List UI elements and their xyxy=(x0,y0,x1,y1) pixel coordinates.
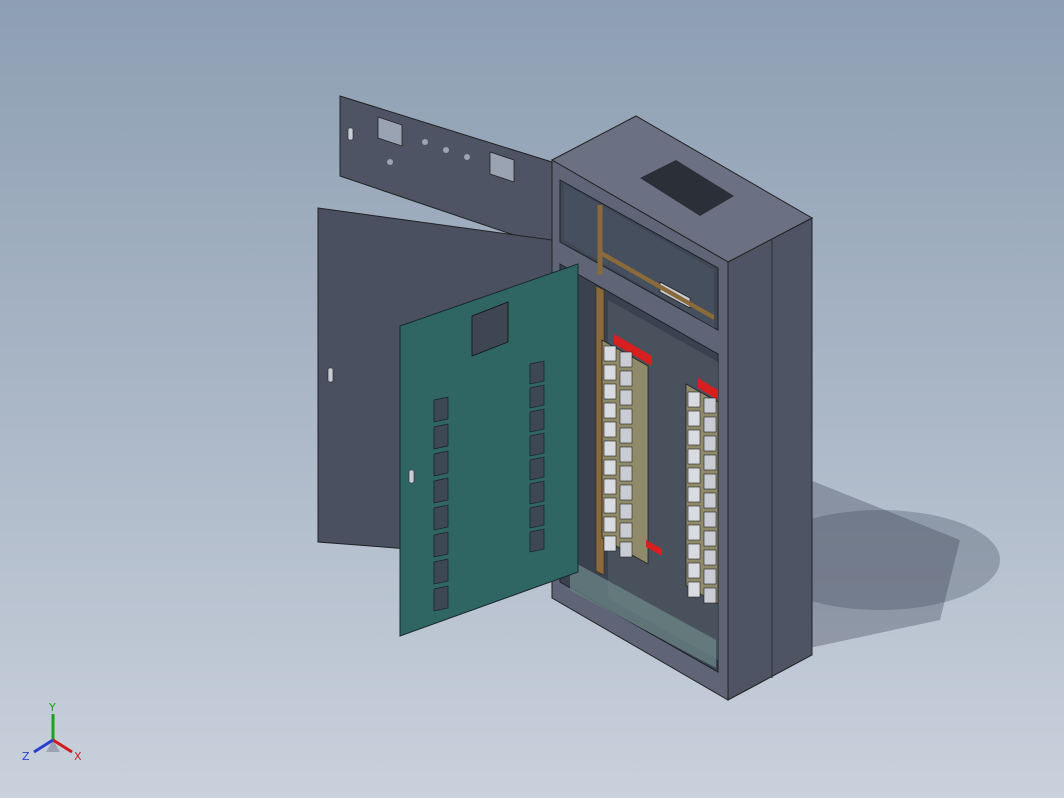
inner-door-handle[interactable] xyxy=(408,469,415,484)
circuit-breaker xyxy=(687,486,701,503)
breaker-cutout xyxy=(529,432,545,457)
cad-model-view[interactable] xyxy=(0,0,1064,798)
circuit-breaker xyxy=(703,492,717,509)
circuit-breaker xyxy=(687,448,701,465)
circuit-breaker xyxy=(687,543,701,560)
circuit-breaker xyxy=(603,478,617,495)
cabinet-body[interactable] xyxy=(550,115,814,701)
circuit-breaker xyxy=(703,473,717,490)
circuit-breaker xyxy=(687,562,701,579)
breaker-cutout xyxy=(529,456,545,481)
breaker-cutout xyxy=(529,480,545,505)
breaker-cutout xyxy=(433,450,449,477)
circuit-breaker xyxy=(603,364,617,381)
circuit-breaker xyxy=(687,467,701,484)
circuit-breaker xyxy=(703,568,717,585)
circuit-breaker xyxy=(603,440,617,457)
y-axis-label: Y xyxy=(48,701,56,714)
circuit-breaker xyxy=(687,505,701,522)
indicator-hole-3 xyxy=(464,154,470,160)
breaker-cutout xyxy=(433,531,449,558)
breaker-cutout xyxy=(433,423,449,450)
circuit-breaker xyxy=(619,522,633,539)
indicator-hole-4 xyxy=(387,159,393,165)
circuit-breaker xyxy=(603,345,617,362)
cabinet-right-side xyxy=(727,217,813,701)
circuit-breaker xyxy=(603,402,617,419)
circuit-breaker xyxy=(619,408,633,425)
breaker-cutout xyxy=(529,360,545,385)
circuit-breaker xyxy=(603,421,617,438)
breaker-cutout xyxy=(433,504,449,531)
indicator-hole-2 xyxy=(443,147,449,153)
circuit-breaker xyxy=(619,484,633,501)
circuit-breaker xyxy=(687,581,701,598)
indicator-hole-1 xyxy=(422,139,428,145)
upper-door-handle[interactable] xyxy=(347,127,354,141)
breaker-cutout xyxy=(529,528,545,553)
circuit-breaker xyxy=(703,454,717,471)
circuit-breaker xyxy=(703,397,717,414)
circuit-breaker xyxy=(603,535,617,552)
circuit-breaker xyxy=(619,351,633,368)
breaker-cutout xyxy=(529,408,545,433)
circuit-breaker xyxy=(703,511,717,528)
circuit-breaker xyxy=(619,503,633,520)
circuit-breaker xyxy=(619,465,633,482)
circuit-breaker xyxy=(619,446,633,463)
breaker-cutout xyxy=(529,384,545,409)
circuit-breaker xyxy=(603,497,617,514)
circuit-breaker xyxy=(687,429,701,446)
circuit-breaker xyxy=(603,516,617,533)
circuit-breaker xyxy=(619,427,633,444)
circuit-breaker xyxy=(703,530,717,547)
breaker-cutout xyxy=(433,477,449,504)
circuit-breaker xyxy=(619,541,633,558)
circuit-breaker xyxy=(703,416,717,433)
circuit-breaker xyxy=(687,410,701,427)
circuit-breaker xyxy=(687,524,701,541)
orientation-triad[interactable]: Y X Z xyxy=(18,700,88,770)
circuit-breaker xyxy=(687,391,701,408)
outer-door-handle[interactable] xyxy=(327,367,334,383)
circuit-breaker xyxy=(703,587,717,604)
graphics-viewport[interactable]: Y X Z xyxy=(0,0,1064,798)
breaker-cutout xyxy=(529,504,545,529)
circuit-breaker xyxy=(703,435,717,452)
circuit-breaker xyxy=(603,459,617,476)
circuit-breaker xyxy=(603,383,617,400)
breaker-cutout xyxy=(433,558,449,585)
breaker-cutout xyxy=(433,585,449,612)
inner-door[interactable] xyxy=(399,263,579,637)
x-axis-label: X xyxy=(74,750,82,763)
circuit-breaker xyxy=(703,549,717,566)
breaker-cutout xyxy=(433,396,449,423)
circuit-breaker xyxy=(619,370,633,387)
z-axis-label: Z xyxy=(22,750,30,763)
circuit-breaker xyxy=(619,389,633,406)
